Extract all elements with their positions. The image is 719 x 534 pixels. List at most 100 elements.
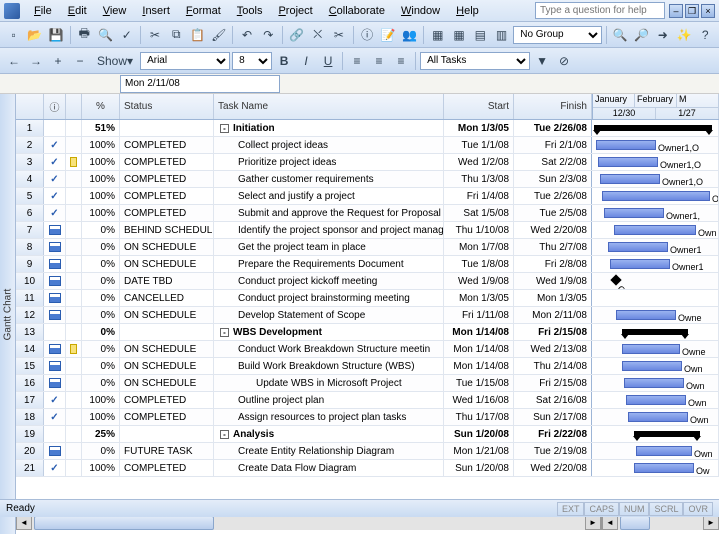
timescale[interactable]: JanuaryFebruaryM 12/301/27	[592, 94, 719, 119]
outdent-icon[interactable]: ←	[4, 51, 24, 71]
gantt-cell[interactable]: Owner1,O	[592, 171, 719, 187]
redo-icon[interactable]: ↷	[259, 25, 278, 45]
notes-icon[interactable]: 📝	[379, 25, 398, 45]
gantt-cell[interactable]: Owner1	[592, 256, 719, 272]
status-cell[interactable]: COMPLETED	[120, 171, 214, 187]
gantt-cell[interactable]: Own	[592, 375, 719, 391]
percent-cell[interactable]: 100%	[82, 409, 120, 425]
task-row[interactable]: 160%ON SCHEDULEUpdate WBS in Microsoft P…	[16, 375, 719, 392]
info-icon[interactable]: ⓘ	[358, 25, 377, 45]
notes-cell[interactable]	[66, 392, 82, 408]
gantt-cell[interactable]: Owner1	[592, 239, 719, 255]
status-cell[interactable]: COMPLETED	[120, 188, 214, 204]
status-cell[interactable]: ON SCHEDULE	[120, 256, 214, 272]
gantt-cell[interactable]: Owne	[592, 341, 719, 357]
italic-button[interactable]: I	[296, 51, 316, 71]
notes-cell[interactable]	[66, 324, 82, 340]
col-start[interactable]: Start	[444, 94, 514, 119]
new-icon[interactable]: ▫	[4, 25, 23, 45]
task-bar[interactable]: Own	[614, 225, 696, 235]
copy-icon[interactable]: ⧉	[167, 25, 186, 45]
gantt-cell[interactable]	[592, 120, 719, 136]
row-number[interactable]: 15	[16, 358, 44, 374]
close-button[interactable]: ×	[701, 4, 715, 18]
show-subtasks-icon[interactable]: +	[48, 51, 68, 71]
hide-subtasks-icon[interactable]: −	[70, 51, 90, 71]
task-row[interactable]: 18✓100%COMPLETEDAssign resources to proj…	[16, 409, 719, 426]
indicator-cell[interactable]: ✓	[44, 188, 66, 204]
status-cell[interactable]	[120, 324, 214, 340]
task-row[interactable]: 140%ON SCHEDULEConduct Work Breakdown St…	[16, 341, 719, 358]
start-cell[interactable]: Mon 1/3/05	[444, 120, 514, 136]
task-row[interactable]: 1925%-AnalysisSun 1/20/08Fri 2/22/08	[16, 426, 719, 443]
open-icon[interactable]: 📂	[25, 25, 44, 45]
zoom-in-icon[interactable]: 🔍	[611, 25, 630, 45]
outline-toggle-icon[interactable]: -	[220, 328, 229, 337]
status-cell[interactable]: ON SCHEDULE	[120, 341, 214, 357]
status-cell[interactable]: ON SCHEDULE	[120, 375, 214, 391]
col-notes[interactable]	[66, 94, 82, 119]
col-status[interactable]: Status	[120, 94, 214, 119]
col-percent[interactable]: %	[82, 94, 120, 119]
task-name-cell[interactable]: Conduct project brainstorming meeting	[214, 290, 444, 306]
start-cell[interactable]: Mon 1/21/08	[444, 443, 514, 459]
notes-cell[interactable]	[66, 358, 82, 374]
indicator-cell[interactable]: ✓	[44, 205, 66, 221]
task-bar[interactable]: Owne	[616, 310, 676, 320]
finish-cell[interactable]: Mon 2/11/08	[514, 307, 592, 323]
scroll-right-icon[interactable]: ►	[585, 516, 601, 530]
notes-cell[interactable]	[66, 460, 82, 476]
menu-window[interactable]: Window	[393, 3, 448, 19]
start-cell[interactable]: Thu 1/10/08	[444, 222, 514, 238]
restore-button[interactable]: ❐	[685, 4, 699, 18]
goto-icon[interactable]: ➜	[653, 25, 672, 45]
row-number[interactable]: 18	[16, 409, 44, 425]
notes-cell[interactable]	[66, 205, 82, 221]
start-cell[interactable]: Thu 1/17/08	[444, 409, 514, 425]
task-name-cell[interactable]: Conduct Work Breakdown Structure meetin	[214, 341, 444, 357]
notes-cell[interactable]	[66, 307, 82, 323]
col-finish[interactable]: Finish	[514, 94, 592, 119]
menu-file[interactable]: File	[26, 3, 60, 19]
indicator-cell[interactable]	[44, 256, 66, 272]
task-name-cell[interactable]: Submit and approve the Request for Propo…	[214, 205, 444, 221]
percent-cell[interactable]: 0%	[82, 358, 120, 374]
font-size-select[interactable]: 8	[232, 52, 272, 70]
finish-cell[interactable]: Fri 2/15/08	[514, 324, 592, 340]
task-bar[interactable]: Owner1	[610, 259, 670, 269]
finish-cell[interactable]: Wed 2/13/08	[514, 341, 592, 357]
print-preview-icon[interactable]: 🔍	[96, 25, 115, 45]
indicator-cell[interactable]	[44, 443, 66, 459]
row-number[interactable]: 1	[16, 120, 44, 136]
notes-cell[interactable]	[66, 188, 82, 204]
row-number[interactable]: 8	[16, 239, 44, 255]
task-name-cell[interactable]: Prepare the Requirements Document	[214, 256, 444, 272]
percent-cell[interactable]: 0%	[82, 375, 120, 391]
status-cell[interactable]: BEHIND SCHEDULE	[120, 222, 214, 238]
start-cell[interactable]: Mon 1/7/08	[444, 239, 514, 255]
start-cell[interactable]: Mon 1/14/08	[444, 358, 514, 374]
task-row[interactable]: 151%-InitiationMon 1/3/05Tue 2/26/08	[16, 120, 719, 137]
gantt-scroll-thumb[interactable]	[620, 516, 650, 530]
unlink-icon[interactable]: ⛌	[308, 25, 327, 45]
assign-icon[interactable]: 👥	[400, 25, 419, 45]
percent-cell[interactable]: 100%	[82, 460, 120, 476]
percent-cell[interactable]: 0%	[82, 341, 120, 357]
filter-off-icon[interactable]: ⊘	[554, 51, 574, 71]
percent-cell[interactable]: 0%	[82, 239, 120, 255]
task-bar[interactable]: Own	[622, 361, 682, 371]
notes-cell[interactable]	[66, 409, 82, 425]
menu-help[interactable]: Help	[448, 3, 487, 19]
row-number[interactable]: 10	[16, 273, 44, 289]
status-cell[interactable]: ON SCHEDULE	[120, 358, 214, 374]
indent-icon[interactable]: →	[26, 51, 46, 71]
task-name-cell[interactable]: Gather customer requirements	[214, 171, 444, 187]
notes-cell[interactable]	[66, 426, 82, 442]
gantt-scroll-right-icon[interactable]: ►	[703, 516, 719, 530]
percent-cell[interactable]: 100%	[82, 188, 120, 204]
notes-cell[interactable]	[66, 273, 82, 289]
notes-cell[interactable]	[66, 443, 82, 459]
align-left-icon[interactable]: ≡	[347, 51, 367, 71]
view-bar[interactable]: Gantt Chart	[0, 94, 16, 534]
row-number[interactable]: 21	[16, 460, 44, 476]
